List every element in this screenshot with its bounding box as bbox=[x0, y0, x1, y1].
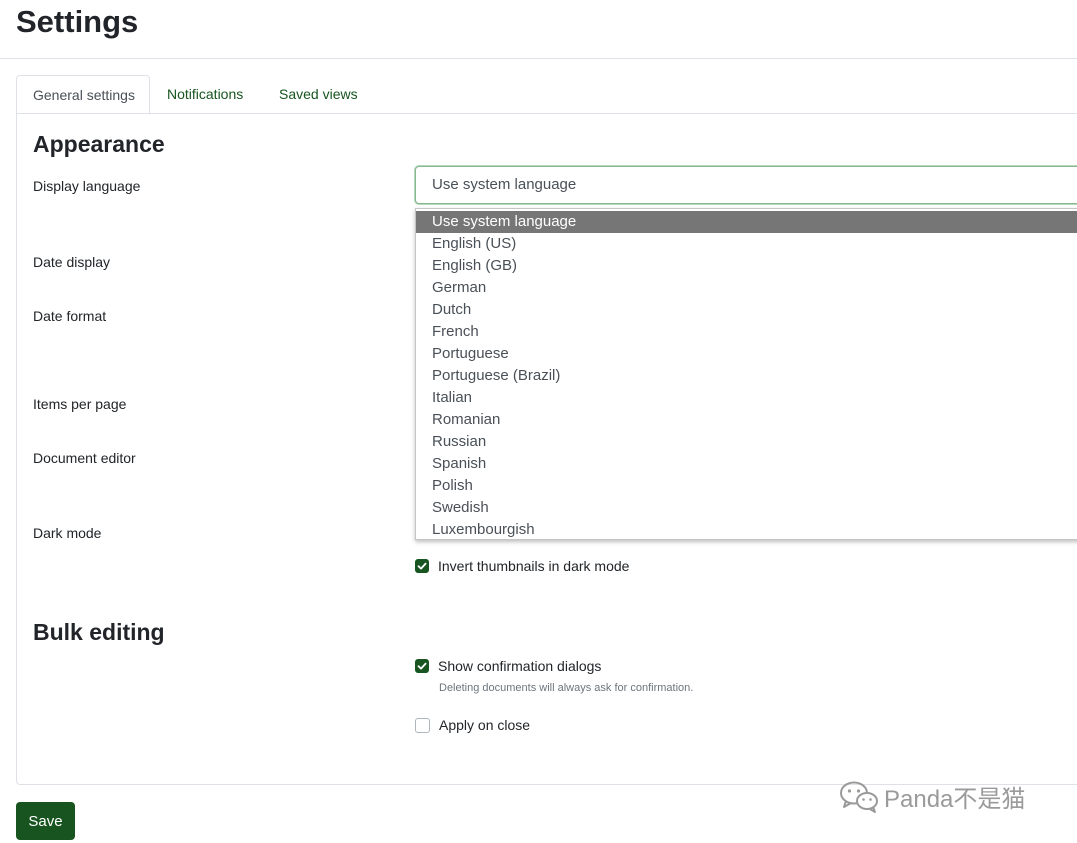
language-option-spanish[interactable]: Spanish bbox=[416, 453, 1077, 475]
invert-thumbnails-label[interactable]: Invert thumbnails in dark mode bbox=[438, 558, 629, 574]
language-option-romanian[interactable]: Romanian bbox=[416, 409, 1077, 431]
apply-on-close-label[interactable]: Apply on close bbox=[439, 717, 530, 733]
language-option-dutch[interactable]: Dutch bbox=[416, 299, 1077, 321]
language-option-italian[interactable]: Italian bbox=[416, 387, 1077, 409]
language-option-french[interactable]: French bbox=[416, 321, 1077, 343]
apply-on-close-row: Apply on close bbox=[415, 717, 530, 733]
invert-thumbnails-row: Invert thumbnails in dark mode bbox=[415, 558, 629, 574]
appearance-heading: Appearance bbox=[33, 131, 165, 157]
language-option-english-gb[interactable]: English (GB) bbox=[416, 255, 1077, 277]
wechat-icon bbox=[840, 781, 878, 813]
language-option-system[interactable]: Use system language bbox=[416, 211, 1077, 233]
tab-saved-views[interactable]: Saved views bbox=[263, 75, 374, 113]
language-option-swedish[interactable]: Swedish bbox=[416, 497, 1077, 519]
date-format-label: Date format bbox=[33, 308, 107, 324]
show-confirmation-checkbox[interactable] bbox=[415, 659, 429, 673]
page-title: Settings bbox=[16, 4, 139, 39]
date-display-label: Date display bbox=[33, 254, 111, 270]
display-language-dropdown[interactable]: Use system language English (US) English… bbox=[415, 208, 1077, 540]
save-button[interactable]: Save bbox=[16, 802, 75, 840]
display-language-label: Display language bbox=[33, 178, 141, 194]
bulk-editing-heading: Bulk editing bbox=[33, 619, 165, 645]
header-divider bbox=[0, 58, 1077, 59]
invert-thumbnails-checkbox[interactable] bbox=[415, 559, 429, 573]
checkmark-icon bbox=[417, 662, 427, 670]
language-option-english-us[interactable]: English (US) bbox=[416, 233, 1077, 255]
language-option-russian[interactable]: Russian bbox=[416, 431, 1077, 453]
language-option-polish[interactable]: Polish bbox=[416, 475, 1077, 497]
tab-notifications[interactable]: Notifications bbox=[151, 75, 259, 113]
language-option-german[interactable]: German bbox=[416, 277, 1077, 299]
show-confirmation-row: Show confirmation dialogs bbox=[415, 658, 601, 674]
dark-mode-label: Dark mode bbox=[33, 525, 102, 541]
settings-page: Settings General settings Notifications … bbox=[0, 0, 1077, 843]
apply-on-close-checkbox[interactable] bbox=[415, 717, 430, 733]
show-confirmation-help: Deleting documents will always ask for c… bbox=[439, 682, 694, 694]
show-confirmation-label[interactable]: Show confirmation dialogs bbox=[438, 658, 601, 674]
items-per-page-label: Items per page bbox=[33, 396, 127, 412]
display-language-select[interactable]: Use system language bbox=[415, 166, 1077, 204]
watermark: Panda不是猫 bbox=[838, 778, 1025, 814]
language-option-portuguese[interactable]: Portuguese bbox=[416, 343, 1077, 365]
watermark-text: Panda不是猫 bbox=[884, 785, 1026, 813]
language-option-luxembourgish[interactable]: Luxembourgish bbox=[416, 519, 1077, 541]
checkmark-icon bbox=[417, 562, 427, 570]
document-editor-label: Document editor bbox=[33, 450, 136, 466]
language-option-portuguese-brazil[interactable]: Portuguese (Brazil) bbox=[416, 365, 1077, 387]
tab-general-settings[interactable]: General settings bbox=[16, 75, 150, 115]
